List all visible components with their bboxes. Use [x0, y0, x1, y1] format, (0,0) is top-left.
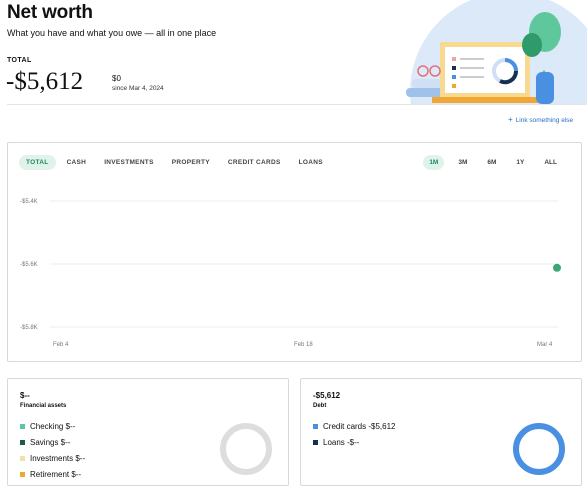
change-since: since Mar 4, 2024 — [112, 85, 164, 92]
swatch-investments — [20, 455, 25, 461]
legend-label: Credit cards -$5,612 — [323, 421, 396, 431]
debt-amount: -$5,612 — [313, 391, 341, 400]
x-tick-label: Feb 4 — [53, 342, 69, 348]
assets-title: Financial assets — [20, 403, 67, 409]
swatch-retirement — [20, 471, 25, 477]
header-divider — [7, 104, 584, 105]
legend-label: Savings $-- — [30, 437, 71, 447]
swatch-credit-cards — [313, 423, 318, 429]
assets-legend: Checking $-- Savings $-- Investments $--… — [20, 421, 85, 485]
legend-label: Investments $-- — [30, 453, 86, 463]
financial-assets-card[interactable]: $-- Financial assets Checking $-- Saving… — [7, 378, 289, 486]
swatch-loans — [313, 439, 318, 445]
y-tick-label: -$5.8K — [20, 325, 38, 331]
link-something-link[interactable]: + Link something else — [508, 115, 573, 124]
y-tick-label: -$5.6K — [20, 262, 38, 268]
data-point — [553, 263, 561, 272]
swatch-savings — [20, 439, 25, 445]
debt-card[interactable]: -$5,612 Debt Credit cards -$5,612 Loans … — [300, 378, 582, 486]
legend-item-investments: Investments $-- — [20, 453, 85, 463]
change-value: $0 — [112, 74, 121, 83]
assets-donut-ring — [220, 423, 272, 475]
x-tick-label: Feb 18 — [294, 342, 313, 348]
assets-amount: $-- — [20, 391, 30, 400]
legend-label: Retirement $-- — [30, 469, 82, 479]
plus-icon: + — [508, 115, 513, 124]
net-worth-line-chart: -$5.4K -$5.6K -$5.8K Feb 4 Feb 18 Mar 4 — [20, 199, 561, 348]
legend-label: Loans -$-- — [323, 437, 360, 447]
assets-donut-chart — [220, 423, 272, 475]
total-label: TOTAL — [7, 57, 32, 64]
legend-item-loans: Loans -$-- — [313, 437, 395, 447]
legend-label: Checking $-- — [30, 421, 76, 431]
debt-donut-ring — [513, 423, 565, 475]
debt-donut-chart — [513, 423, 565, 475]
legend-item-retirement: Retirement $-- — [20, 469, 85, 479]
page-title: Net worth — [7, 2, 93, 23]
swatch-checking — [20, 423, 25, 429]
net-worth-chart-card: TOTAL CASH INVESTMENTS PROPERTY CREDIT C… — [7, 142, 582, 362]
legend-item-savings: Savings $-- — [20, 437, 85, 447]
debt-legend: Credit cards -$5,612 Loans -$-- — [313, 421, 395, 453]
y-tick-label: -$5.4K — [20, 199, 38, 205]
hero-illustration — [406, 0, 587, 105]
link-something-label: Link something else — [515, 117, 574, 124]
debt-title: Debt — [313, 403, 327, 409]
legend-item-checking: Checking $-- — [20, 421, 85, 431]
x-tick-label: Mar 4 — [537, 342, 553, 348]
page-subtitle: What you have and what you owe — all in … — [7, 28, 217, 38]
total-value: -$5,612 — [6, 68, 84, 95]
legend-item-credit-cards: Credit cards -$5,612 — [313, 421, 395, 431]
